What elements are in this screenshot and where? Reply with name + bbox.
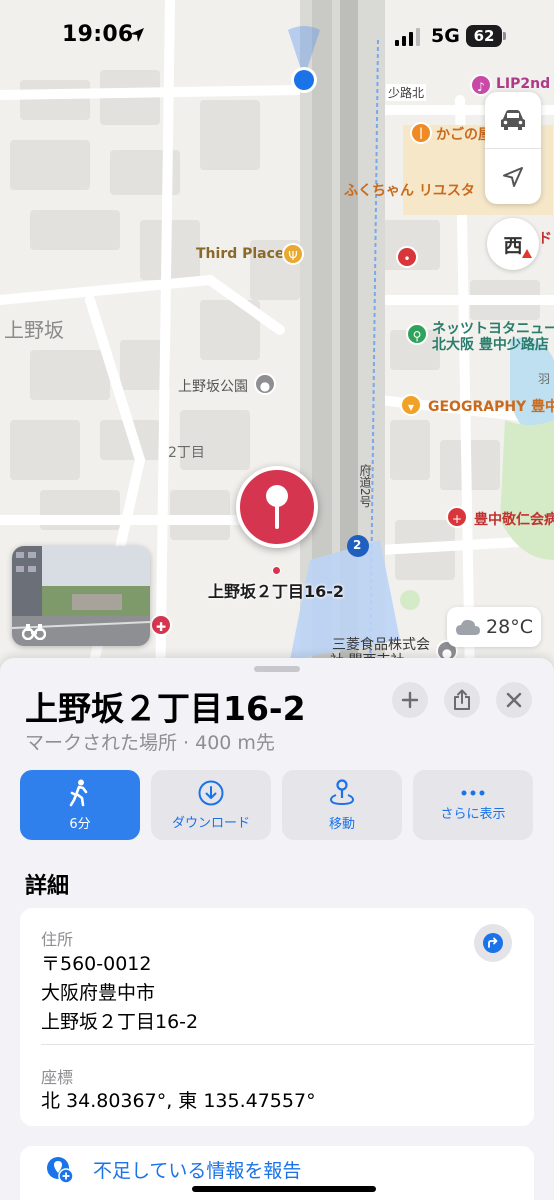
- move-button[interactable]: 移動: [282, 770, 402, 840]
- cafe-pin-icon[interactable]: Ψ: [282, 243, 304, 265]
- map-label-chome: 2丁目: [168, 445, 205, 461]
- sheet-grabber[interactable]: [254, 666, 300, 672]
- walk-duration: 6分: [69, 816, 91, 832]
- map-label-shoji-kita: 少路北: [386, 84, 427, 101]
- report-place-icon: [47, 1157, 74, 1184]
- map-view[interactable]: 19:06 5G 62 上野坂 2丁目 上野坂公園 ● Third Place …: [0, 0, 554, 680]
- add-button[interactable]: [392, 682, 428, 718]
- location-arrow-icon: [503, 166, 523, 187]
- coords-label: 座標: [41, 1068, 74, 1087]
- map-label-lip: LIP2nd: [496, 76, 551, 92]
- map-label-netz2: 北大阪 豊中少路店: [432, 337, 549, 353]
- address-label: 住所: [41, 930, 74, 949]
- network-type: 5G: [431, 25, 460, 47]
- map-label-kagono: かごの屋: [436, 127, 492, 143]
- download-label: ダウンロード: [171, 815, 250, 831]
- compass-button[interactable]: 西: [487, 218, 539, 270]
- weather-badge: 28°C: [447, 607, 541, 647]
- location-arrow-icon: [130, 28, 144, 42]
- address-street[interactable]: 上野坂２丁目16-2: [41, 1007, 198, 1034]
- map-label-fukuchan: ふくちゃん リユスタ: [344, 183, 475, 199]
- move-label: 移動: [328, 816, 355, 832]
- report-label: 不足している情報を報告: [93, 1160, 302, 1182]
- map-label-geography: GEOGRAPHY 豊中: [428, 399, 554, 415]
- download-button[interactable]: ダウンロード: [151, 770, 271, 840]
- binoculars-icon: [22, 624, 46, 640]
- action-bar: 6分 ダウンロード 移動 さらに表示: [20, 770, 534, 840]
- pharmacy-pin-icon[interactable]: ✚: [150, 614, 172, 636]
- map-label-park: 上野坂公園: [178, 379, 248, 395]
- hospital-pin-icon[interactable]: +: [446, 506, 468, 528]
- close-button[interactable]: [496, 682, 532, 718]
- place-title: 上野坂２丁目16-2: [25, 689, 306, 728]
- share-button[interactable]: [444, 682, 480, 718]
- download-icon: [198, 780, 224, 805]
- clock: 19:06: [62, 22, 134, 47]
- more-icon: [461, 790, 485, 795]
- map-mode-button[interactable]: [485, 92, 541, 148]
- map-controls: [485, 92, 541, 204]
- address-city[interactable]: 大阪府豊中市: [41, 978, 155, 1005]
- temperature: 28°C: [486, 616, 533, 638]
- plus-icon: [401, 691, 419, 709]
- directions-button[interactable]: [474, 924, 512, 962]
- map-label-road: 府道2号: [358, 464, 372, 508]
- map-label-hospital: 豊中敬仁会病: [474, 512, 554, 528]
- park-pin-icon[interactable]: ●: [254, 373, 276, 395]
- map-label-area: 上野坂: [4, 318, 64, 342]
- home-indicator[interactable]: [192, 1186, 376, 1192]
- cloud-icon: [456, 619, 481, 635]
- share-icon: [454, 689, 470, 710]
- details-card: 住所 〒560-0012 大阪府豊中市 上野坂２丁目16-2 座標 北 34.8…: [20, 908, 534, 1126]
- restaurant-pin-icon[interactable]: ꟾ: [410, 122, 432, 144]
- more-button[interactable]: さらに表示: [413, 770, 533, 840]
- divider: [41, 1044, 534, 1045]
- status-bar: 19:06 5G 62: [0, 0, 554, 72]
- map-label-uwa: 羽: [538, 372, 551, 386]
- map-label-third-place: Third Place: [196, 246, 285, 262]
- move-icon: [329, 778, 355, 805]
- pin-location-dot: [272, 566, 281, 575]
- more-label: さらに表示: [440, 806, 506, 822]
- track-location-button[interactable]: [485, 148, 541, 204]
- details-header: 詳細: [25, 874, 70, 899]
- car-dealer-pin-icon[interactable]: ⚲: [406, 323, 428, 345]
- address-postal[interactable]: 〒560-0012: [41, 949, 151, 976]
- place-sheet[interactable]: 上野坂２丁目16-2 マークされた場所 · 400 m先 6分 ダウンロード 移…: [0, 658, 554, 1200]
- battery-icon: 62: [466, 25, 506, 47]
- walk-icon: [69, 779, 88, 806]
- directions-icon: [483, 933, 503, 953]
- food-pin-icon[interactable]: •: [396, 246, 418, 268]
- place-subtitle: マークされた場所 · 400 m先: [25, 732, 275, 754]
- look-around-preview[interactable]: [12, 546, 150, 646]
- close-icon: [506, 692, 522, 708]
- coords-value[interactable]: 北 34.80367°, 東 135.47557°: [41, 1086, 316, 1113]
- cellular-signal-icon: [395, 28, 420, 46]
- map-label-do: ド: [538, 231, 552, 247]
- car-icon: [501, 110, 525, 130]
- pin-icon: [266, 485, 288, 529]
- dropped-pin-marker[interactable]: [236, 466, 318, 548]
- walk-directions-button[interactable]: 6分: [20, 770, 140, 840]
- clothing-pin-icon[interactable]: ▾: [400, 394, 422, 416]
- route-shield-number: 2: [353, 538, 362, 552]
- pin-label: 上野坂２丁目16-2: [208, 582, 345, 601]
